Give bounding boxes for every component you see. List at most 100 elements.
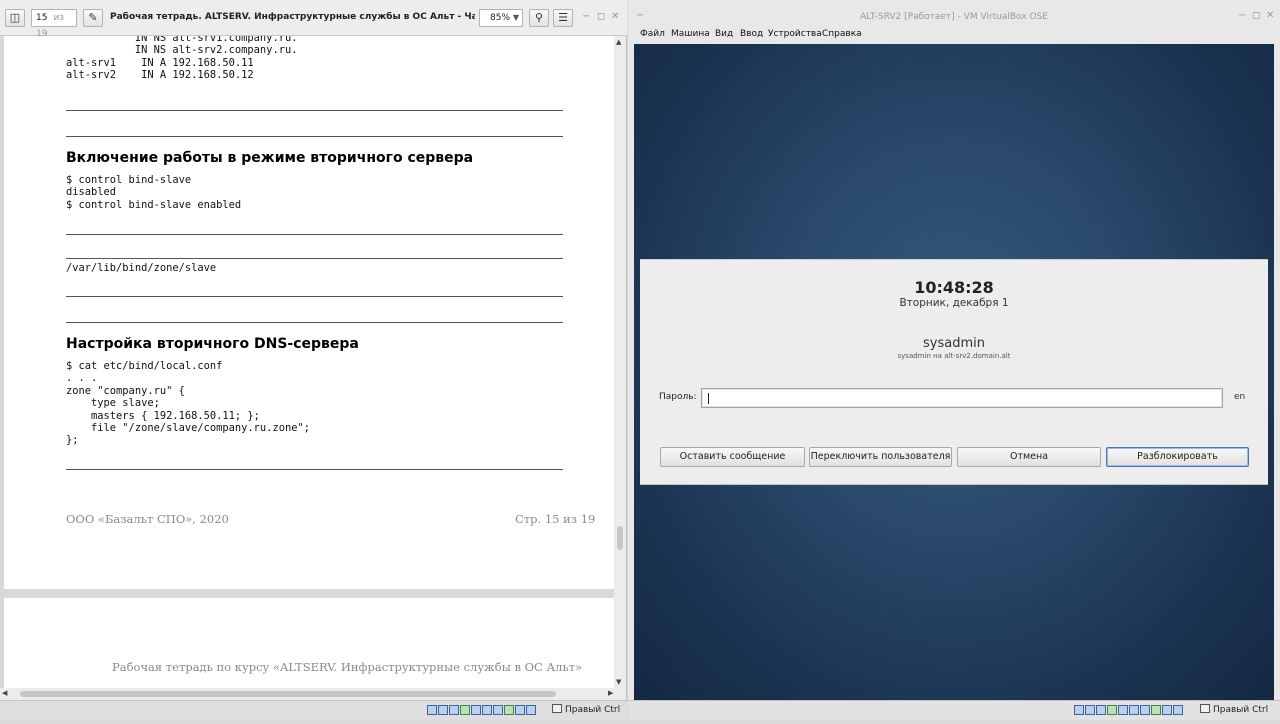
cancel-button[interactable]: Отмена	[957, 447, 1101, 467]
cpu-icon[interactable]	[515, 705, 525, 715]
sidebar-toggle-button[interactable]: ◫	[5, 9, 25, 27]
document-page: Рабочая тетрадь по курсу «ALTSERV. Инфра…	[4, 598, 614, 688]
storage-icon[interactable]	[427, 705, 437, 715]
status-bar: Правый Ctrl	[628, 700, 1280, 720]
maximize-icon[interactable]: ◻	[597, 11, 605, 22]
code-block-path: /var/lib/bind/zone/slave	[66, 262, 217, 274]
password-input[interactable]	[701, 388, 1223, 408]
usb-icon[interactable]	[1118, 705, 1128, 715]
status-bar: Правый Ctrl	[0, 700, 627, 720]
document-title: Рабочая тетрадь. ALTSERV. Инфраструктурн…	[110, 12, 475, 22]
close-icon[interactable]: ✕	[611, 11, 619, 22]
clock-date: Вторник, декабря 1	[899, 297, 1009, 309]
display-icon[interactable]	[1140, 705, 1150, 715]
menu-machine[interactable]: Машина	[671, 29, 710, 39]
code-block-dns-records: IN NS alt-srv1.company.ru. IN NS alt-srv…	[66, 36, 298, 82]
scroll-right-icon[interactable]: ▶	[608, 689, 613, 697]
page-header-text: Рабочая тетрадь по курсу «ALTSERV. Инфра…	[112, 660, 583, 674]
hamburger-icon: ☰	[558, 11, 568, 24]
unlock-dialog: 10:48:28 Вторник, декабря 1 sysadmin sys…	[640, 259, 1268, 485]
close-icon[interactable]: ✕	[1266, 10, 1274, 21]
window-title: ALT-SRV2 [Работает] - VM VirtualBox OSE	[860, 12, 1048, 22]
minimize-icon[interactable]: −	[582, 11, 590, 22]
mouse-integration-icon[interactable]	[526, 705, 536, 715]
password-label: Пароль:	[659, 392, 697, 402]
clock-time: 10:48:28	[914, 278, 994, 297]
shared-folder-icon[interactable]	[1129, 705, 1139, 715]
document-page: IN NS alt-srv1.company.ru. IN NS alt-srv…	[4, 36, 614, 589]
page-number-input[interactable]: 15 из 19	[31, 9, 77, 39]
optical-drive-icon[interactable]	[438, 705, 448, 715]
audio-icon[interactable]	[1096, 705, 1106, 715]
scroll-left-icon[interactable]: ◀	[2, 689, 7, 697]
display-icon[interactable]	[493, 705, 503, 715]
menu-button[interactable]: ☰	[553, 9, 573, 27]
host-key-label: Правый Ctrl	[565, 705, 621, 715]
storage-icon[interactable]	[1074, 705, 1084, 715]
usb-icon[interactable]	[471, 705, 481, 715]
menu-help[interactable]: Справка	[822, 29, 862, 39]
maximize-icon[interactable]: ◻	[1252, 10, 1260, 21]
scroll-down-icon[interactable]: ▼	[616, 678, 621, 686]
horizontal-scrollbar[interactable]: ◀ ▶	[0, 688, 620, 700]
divider	[66, 469, 563, 470]
host-key-indicator: Правый Ctrl	[1200, 704, 1268, 715]
host-key-label: Правый Ctrl	[1213, 705, 1269, 715]
text-caret	[708, 393, 709, 404]
scroll-up-icon[interactable]: ▲	[616, 38, 621, 46]
code-block-bind-slave: $ control bind-slave disabled $ control …	[66, 174, 242, 211]
network-icon[interactable]	[1107, 705, 1117, 715]
status-icons	[1074, 705, 1184, 717]
annotate-button[interactable]: ✎	[83, 9, 103, 27]
recording-icon[interactable]	[504, 705, 514, 715]
user-host: sysadmin на alt-srv2.domain.alt	[897, 352, 1011, 360]
username: sysadmin	[923, 336, 985, 351]
menu-view[interactable]: Вид	[715, 29, 733, 39]
chevron-down-icon: ▼	[512, 13, 519, 22]
search-icon: ⚲	[534, 11, 544, 24]
virtualbox-window: − ALT-SRV2 [Работает] - VM VirtualBox OS…	[628, 0, 1280, 720]
network-icon[interactable]	[460, 705, 470, 715]
divider	[66, 296, 563, 297]
page-number-value: 15	[36, 13, 48, 23]
document-viewport[interactable]: IN NS alt-srv1.company.ru. IN NS alt-srv…	[0, 36, 620, 688]
zoom-value: 85%	[490, 13, 511, 23]
page-footer-right: Стр. 15 из 19	[515, 512, 596, 526]
scrollbar-thumb[interactable]	[617, 526, 623, 550]
keyboard-layout-indicator[interactable]: en	[1234, 392, 1245, 402]
pdf-toolbar: ◫ 15 из 19 ✎ Рабочая тетрадь. ALTSERV. Ин…	[0, 0, 627, 39]
page-footer-left: ООО «Базальт СПО», 2020	[66, 512, 229, 526]
vertical-scrollbar[interactable]: ▲ ▼	[614, 36, 626, 688]
divider	[66, 110, 563, 111]
pdf-viewer-window: ◫ 15 из 19 ✎ Рабочая тетрадь. ALTSERV. Ин…	[0, 0, 627, 720]
pencil-icon: ✎	[88, 11, 98, 24]
switch-user-button[interactable]: Переключить пользователя	[809, 447, 952, 467]
menu-input[interactable]: Ввод	[740, 29, 763, 39]
vm-display[interactable]: 10:48:28 Вторник, декабря 1 sysadmin sys…	[634, 44, 1274, 700]
divider	[66, 258, 563, 259]
scrollbar-thumb[interactable]	[20, 691, 556, 697]
unlock-button[interactable]: Разблокировать	[1106, 447, 1249, 467]
zoom-select[interactable]: 85% ▼	[479, 9, 523, 27]
cpu-icon[interactable]	[1162, 705, 1172, 715]
search-button[interactable]: ⚲	[529, 9, 549, 27]
section-heading: Настройка вторичного DNS-сервера	[66, 336, 359, 352]
audio-icon[interactable]	[449, 705, 459, 715]
code-block-local-conf: $ cat etc/bind/local.conf . . . zone "co…	[66, 360, 310, 447]
window-titlebar[interactable]: − ALT-SRV2 [Работает] - VM VirtualBox OS…	[628, 0, 1280, 28]
recording-icon[interactable]	[1151, 705, 1161, 715]
shared-folder-icon[interactable]	[482, 705, 492, 715]
keyboard-icon	[552, 704, 562, 713]
menu-file[interactable]: Файл	[640, 29, 665, 39]
sidebar-icon: ◫	[9, 11, 21, 24]
host-key-indicator: Правый Ctrl	[552, 704, 620, 715]
section-heading: Включение работы в режиме вторичного сер…	[66, 150, 474, 166]
menu-bar: Файл Машина Вид Ввод Устройства Справка	[628, 28, 1280, 44]
divider	[66, 234, 563, 235]
minimize-icon[interactable]: −	[1238, 10, 1246, 21]
optical-drive-icon[interactable]	[1085, 705, 1095, 715]
divider	[66, 136, 563, 137]
menu-devices[interactable]: Устройства	[768, 29, 822, 39]
leave-message-button[interactable]: Оставить сообщение	[660, 447, 805, 467]
mouse-integration-icon[interactable]	[1173, 705, 1183, 715]
